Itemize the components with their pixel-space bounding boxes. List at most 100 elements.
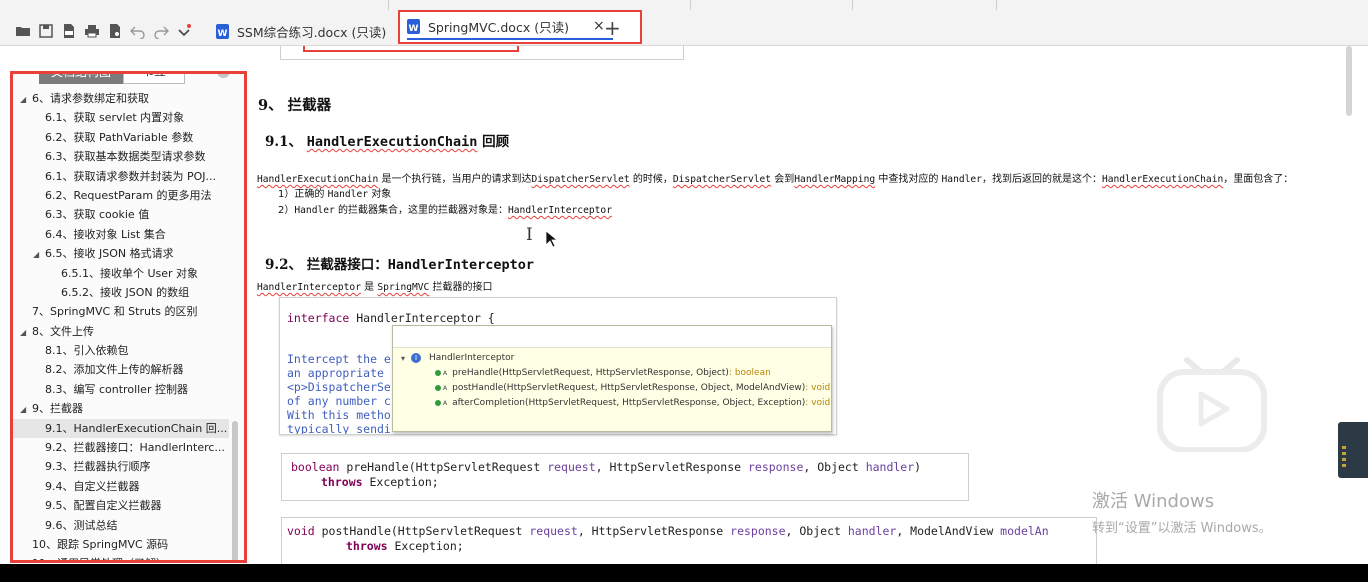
body-text: 的拦截器集合，这里的拦截器对象是：	[338, 205, 508, 216]
tab-label: SSM综合练习.docx (只读)	[237, 24, 387, 40]
print-preview-icon[interactable]	[106, 22, 124, 40]
body-text: ，里面包含了：	[1223, 174, 1294, 185]
outline-item[interactable]: ◢ 6、请求参数绑定和获取	[13, 89, 229, 108]
outline-method[interactable]: A preHandle(HttpServletRequest, HttpServ…	[435, 368, 771, 378]
outline-item[interactable]: ◢ 8、文件上传	[13, 322, 229, 341]
interface-icon: I	[411, 353, 422, 363]
outline-item-label: 6.5、接收 JSON 格式请求	[45, 247, 174, 261]
outline-item[interactable]: 6.3、获取 cookie 值	[13, 205, 229, 224]
outline-item[interactable]: 9.3、拦截器执行顺序	[13, 457, 229, 476]
tab-bookmarks[interactable]: 书签	[123, 74, 185, 84]
outline-item[interactable]: 9.5、配置自定义拦截器	[13, 496, 229, 515]
watermark-title: 激活 Windows	[1092, 491, 1215, 512]
close-panel-icon[interactable]: ×	[217, 74, 230, 78]
outline-item[interactable]: 6.5.2、接收 JSON 的数组	[13, 283, 229, 302]
paragraph-chain: HandlerExecutionChain 是一个执行链，当用户的请求到达Dis…	[257, 170, 1293, 185]
param: modelAn	[1000, 524, 1049, 538]
outline-item-label: 9.3、拦截器执行顺序	[45, 460, 151, 474]
panel-scrollbar[interactable]	[232, 421, 238, 560]
heading-code: HandlerInterceptor	[387, 257, 535, 273]
abstract-marker: A	[443, 384, 448, 392]
watermark-subtitle: 转到“设置”以激活 Windows。	[1092, 521, 1272, 536]
javadoc-line: With this metho	[287, 408, 391, 422]
outline-item[interactable]: 8.3、编写 controller 控制器	[13, 380, 229, 399]
print-icon[interactable]	[83, 22, 101, 40]
outline-item-label: 9.5、配置自定义拦截器	[45, 499, 162, 513]
outline-item-label: 6.5.2、接收 JSON 的数组	[61, 285, 190, 299]
outline-item[interactable]: 9.1、HandlerExecutionChain 回...	[13, 418, 229, 439]
outline-method[interactable]: A afterCompletion(HttpServletRequest, Ht…	[435, 398, 830, 408]
param: response	[730, 524, 786, 538]
outline-item-label: 9.1、HandlerExecutionChain 回...	[45, 421, 228, 435]
customize-icon[interactable]	[175, 22, 193, 40]
outline-method[interactable]: A postHandle(HttpServletRequest, HttpSer…	[435, 383, 830, 393]
toolbar-divider	[690, 0, 691, 10]
outline-item-label: 6.1、获取 servlet 内置对象	[45, 111, 185, 125]
popup-filter-input[interactable]	[393, 326, 831, 348]
code-image-posthandle: void postHandle(HttpServletRequest reque…	[281, 517, 1097, 564]
redo-icon[interactable]	[152, 22, 170, 40]
expand-triangle-icon[interactable]: ◢	[33, 245, 45, 263]
outline-item[interactable]: 6.2、获取 PathVariable 参数	[13, 128, 229, 147]
outline-root-label: HandlerInterceptor	[429, 353, 515, 363]
param: handler	[865, 460, 915, 474]
activate-windows-watermark: 激活 Windows 转到“设置”以激活 Windows。	[1092, 487, 1272, 536]
save-icon[interactable]	[37, 22, 55, 40]
code-text: )	[914, 460, 922, 474]
close-tab-icon[interactable]: ×	[593, 18, 605, 34]
list-item-1: 1）正确的 Handler 对象	[278, 185, 391, 200]
word-doc-icon: W	[407, 18, 420, 34]
outline-item[interactable]: 10、跟踪 SpringMVC 源码	[13, 535, 229, 554]
tab-document-map[interactable]: 文档结构图	[39, 74, 123, 84]
keyword: boolean	[291, 460, 340, 474]
param: handler	[847, 524, 897, 538]
new-tab-button[interactable]: +	[604, 16, 621, 40]
outline-item[interactable]: 6.4、接收对象 List 集合	[13, 225, 229, 244]
word-doc-icon: W	[216, 23, 229, 39]
outline-item-label: 6.2、获取 PathVariable 参数	[45, 130, 194, 144]
method-signature: postHandle(HttpServletRequest, HttpServl…	[452, 383, 806, 393]
outline-item[interactable]: 8.1、引入依赖包	[13, 341, 229, 360]
code-text: , ModelAndView	[896, 524, 1001, 538]
outline-item[interactable]: 6.2、RequestParam 的更多用法	[13, 186, 229, 205]
heading-text: 拦截器接口：	[306, 257, 388, 273]
outline-item[interactable]: 6.1、获取请求参数并封装为 POJ...	[13, 167, 229, 186]
code-text: Handler	[294, 205, 335, 216]
video-play-icon[interactable]	[1157, 356, 1267, 452]
code-line: interface HandlerInterceptor {	[287, 311, 495, 325]
outline-item[interactable]: 6.3、获取基本数据类型请求参数	[13, 147, 229, 166]
side-widget[interactable]	[1338, 422, 1368, 478]
code-text: Exception;	[362, 475, 439, 489]
tab-springmvc-doc[interactable]: W SpringMVC.docx (只读) × +	[398, 10, 642, 44]
body-text: 是	[364, 282, 375, 293]
outline-item[interactable]: 9.6、测试总结	[13, 516, 229, 535]
outline-item-label: 8.1、引入依赖包	[45, 344, 129, 358]
code-text: HandlerInterceptor	[257, 282, 361, 293]
outline-item[interactable]: 8.2、添加文件上传的解析器	[13, 360, 229, 379]
expand-triangle-icon[interactable]: ◢	[20, 400, 32, 418]
javadoc-lines: Intercept the e an appropriate <p>Dispatch…	[287, 352, 391, 434]
tab-ssm-doc[interactable]: W SSM综合练习.docx (只读) ×	[216, 16, 412, 46]
document-scrollbar[interactable]	[1346, 46, 1352, 116]
keyword: throws	[346, 539, 388, 553]
outline-root[interactable]: ▾ I HandlerInterceptor	[401, 353, 514, 363]
param: request	[547, 460, 596, 474]
param: response	[747, 460, 804, 474]
javadoc-line: <p>DispatcherSe	[287, 380, 391, 394]
outline-item[interactable]: 7、SpringMVC 和 Struts 的区别	[13, 302, 229, 321]
outline-item[interactable]: 6.1、获取 servlet 内置对象	[13, 108, 229, 127]
outline-item[interactable]: 9.4、自定义拦截器	[13, 477, 229, 496]
folder-icon[interactable]	[14, 22, 32, 40]
expand-triangle-icon[interactable]: ◢	[20, 323, 32, 341]
expand-triangle-icon[interactable]: ◢	[20, 90, 32, 108]
outline-item[interactable]: 9.2、拦截器接口：HandlerInterc...	[13, 438, 229, 457]
outline-item[interactable]: 6.5.1、接收单个 User 对象	[13, 264, 229, 283]
outline-item-label: 7、SpringMVC 和 Struts 的区别	[32, 305, 198, 319]
outline-item[interactable]: ◢ 9、拦截器	[13, 399, 229, 418]
code-image-prehandle: boolean preHandle(HttpServletRequest req…	[281, 453, 969, 501]
undo-icon[interactable]	[129, 22, 147, 40]
outline-item[interactable]: 11、通用异常处理（了解）	[13, 554, 229, 560]
export-pdf-icon[interactable]	[60, 22, 78, 40]
public-method-icon	[435, 370, 441, 376]
outline-item[interactable]: ◢ 6.5、接收 JSON 格式请求	[13, 244, 229, 263]
